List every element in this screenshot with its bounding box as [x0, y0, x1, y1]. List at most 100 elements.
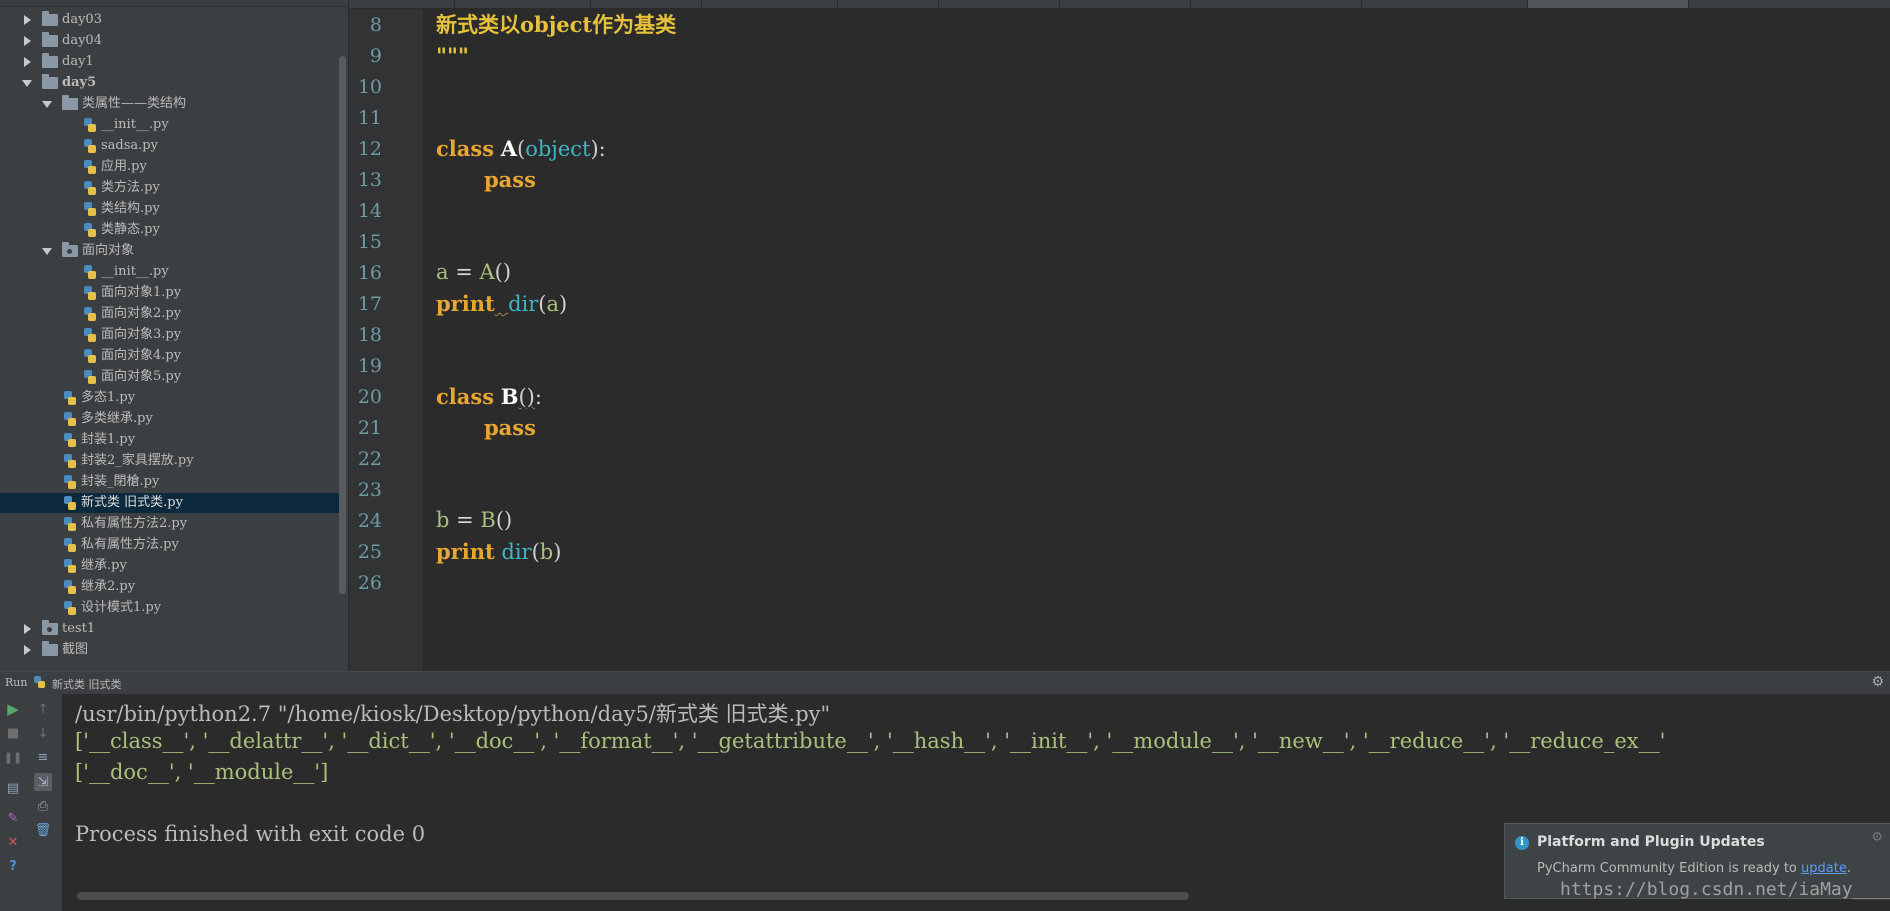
pause-icon[interactable]: ❚❚: [4, 748, 22, 766]
tree-file-item[interactable]: 封装2_家具摆放.py: [0, 451, 346, 471]
variable-a: a: [436, 260, 449, 284]
editor-tab[interactable]: [591, 0, 702, 8]
run-config-name[interactable]: 新式类 旧式类: [52, 676, 122, 692]
chevron-right-icon[interactable]: [24, 36, 31, 46]
keyword-print: print: [436, 539, 495, 564]
editor-tab[interactable]: [702, 0, 838, 8]
python-file-icon: [64, 601, 76, 615]
tree-folder-item[interactable]: test1: [0, 619, 346, 639]
project-tree-scrollbar[interactable]: [339, 56, 346, 594]
scroll-to-end-icon[interactable]: ⇲: [34, 773, 52, 791]
call-a: A: [479, 260, 495, 284]
tree-file-item[interactable]: 类方法.py: [0, 178, 346, 198]
tree-file-item[interactable]: 私有属性方法.py: [0, 535, 346, 555]
tree-item-label: day5: [62, 75, 97, 90]
chevron-down-icon[interactable]: [22, 80, 32, 87]
tree-folder-item[interactable]: 截图: [0, 640, 346, 660]
call-parens: (): [494, 260, 512, 284]
tree-file-item[interactable]: __init__.py: [0, 115, 346, 135]
editor-tab-active[interactable]: [1528, 0, 1689, 8]
tree-file-item[interactable]: sadsa.py: [0, 136, 346, 156]
chevron-right-icon[interactable]: [24, 15, 31, 25]
tree-file-item[interactable]: 新式类 旧式类.py: [0, 493, 346, 513]
chevron-right-icon[interactable]: [24, 645, 31, 655]
editor-tab[interactable]: [1362, 0, 1528, 8]
tree-item-label: sadsa.py: [101, 138, 158, 153]
editor-tab[interactable]: [838, 0, 939, 8]
tree-item-label: 面向对象2.py: [101, 306, 182, 321]
run-tab-label[interactable]: Run: [5, 676, 27, 689]
tree-item-label: test1: [62, 621, 96, 636]
tree-file-item[interactable]: 面向对象4.py: [0, 346, 346, 366]
code-editor[interactable]: 新式类以object作为基类 """ class A(object): pass…: [436, 9, 1890, 671]
tree-file-item[interactable]: 设计模式1.py: [0, 598, 346, 618]
stop-icon[interactable]: ■: [4, 724, 22, 742]
python-file-icon: [64, 433, 76, 447]
chevron-right-icon[interactable]: [24, 624, 31, 634]
rerun-icon[interactable]: ▶: [4, 700, 22, 718]
tree-file-item[interactable]: 应用.py: [0, 157, 346, 177]
code-line-12: class A(object):: [436, 133, 606, 164]
tree-file-item[interactable]: 继承.py: [0, 556, 346, 576]
tree-folder-item[interactable]: day03: [0, 10, 346, 30]
python-file-icon: [84, 265, 96, 279]
gear-icon[interactable]: ⚙: [1871, 674, 1884, 690]
tree-folder-item[interactable]: day1: [0, 52, 346, 72]
code-line-17: print dir(a): [436, 288, 567, 319]
editor-tab[interactable]: [1060, 0, 1191, 8]
tree-item-label: 继承.py: [81, 558, 127, 573]
tree-folder-item[interactable]: day04: [0, 31, 346, 51]
trash-icon[interactable]: 🗑: [34, 821, 52, 839]
tree-folder-item[interactable]: 类属性——类结构: [0, 94, 346, 114]
tree-file-item[interactable]: 类结构.py: [0, 199, 346, 219]
editor-tab[interactable]: [939, 0, 1060, 8]
project-tool-window: day03 day04 day1 day5 类属性——类结构 __init__.py sad…: [0, 0, 348, 671]
tree-file-item[interactable]: 继承2.py: [0, 577, 346, 597]
notification-text-end: .: [1846, 861, 1851, 876]
notification-gear-icon[interactable]: ⚙: [1871, 830, 1883, 845]
tree-item-label: __init__.py: [101, 117, 169, 132]
close-icon[interactable]: ✕: [4, 833, 22, 851]
editor-tab[interactable]: [455, 0, 591, 8]
python-file-icon: [84, 307, 96, 321]
line-number: 12: [357, 138, 382, 160]
chevron-down-icon[interactable]: [42, 248, 52, 255]
class-parens: (): [518, 385, 535, 409]
python-file-icon: [84, 349, 96, 363]
python-file-icon: [64, 391, 76, 405]
up-arrow-icon[interactable]: ↑: [34, 700, 52, 718]
tree-item-label: 私有属性方法.py: [81, 537, 179, 552]
tree-folder-item[interactable]: 面向对象: [0, 241, 346, 261]
pin-icon[interactable]: ✎: [4, 809, 22, 827]
restore-layout-icon[interactable]: ▤: [4, 779, 22, 797]
print-icon[interactable]: ⎙: [34, 797, 52, 815]
tree-file-item[interactable]: 面向对象3.py: [0, 325, 346, 345]
folder-icon: [42, 74, 58, 89]
update-link[interactable]: update: [1801, 861, 1847, 876]
tree-file-item[interactable]: 私有属性方法2.py: [0, 514, 346, 534]
tree-file-item[interactable]: 面向对象1.py: [0, 283, 346, 303]
chevron-down-icon[interactable]: [42, 101, 52, 108]
tree-file-item[interactable]: 面向对象2.py: [0, 304, 346, 324]
tree-file-item[interactable]: 类静态.py: [0, 220, 346, 240]
editor-tab[interactable]: [1191, 0, 1362, 8]
tree-file-item[interactable]: 封装1.py: [0, 430, 346, 450]
help-icon[interactable]: ?: [4, 857, 22, 875]
down-arrow-icon[interactable]: ↓: [34, 724, 52, 742]
editor-tab[interactable]: [349, 0, 455, 8]
chevron-right-icon[interactable]: [24, 57, 31, 67]
line-number: 13: [357, 169, 382, 191]
python-file-icon: [64, 517, 76, 531]
soft-wrap-icon[interactable]: ≡: [34, 748, 52, 766]
console-horizontal-scrollbar[interactable]: [77, 892, 1189, 900]
tree-file-item[interactable]: 封装_閉槍.py: [0, 472, 346, 492]
tree-file-item[interactable]: 多态1.py: [0, 388, 346, 408]
python-file-icon: [64, 559, 76, 573]
tree-file-item[interactable]: 多类继承.py: [0, 409, 346, 429]
tree-folder-item[interactable]: day5: [0, 73, 346, 93]
tree-item-label: 封装1.py: [81, 432, 136, 447]
tree-file-item[interactable]: 面向对象5.py: [0, 367, 346, 387]
tree-item-label: __init__.py: [101, 264, 169, 279]
line-number: 16: [357, 262, 382, 284]
tree-file-item[interactable]: __init__.py: [0, 262, 346, 282]
